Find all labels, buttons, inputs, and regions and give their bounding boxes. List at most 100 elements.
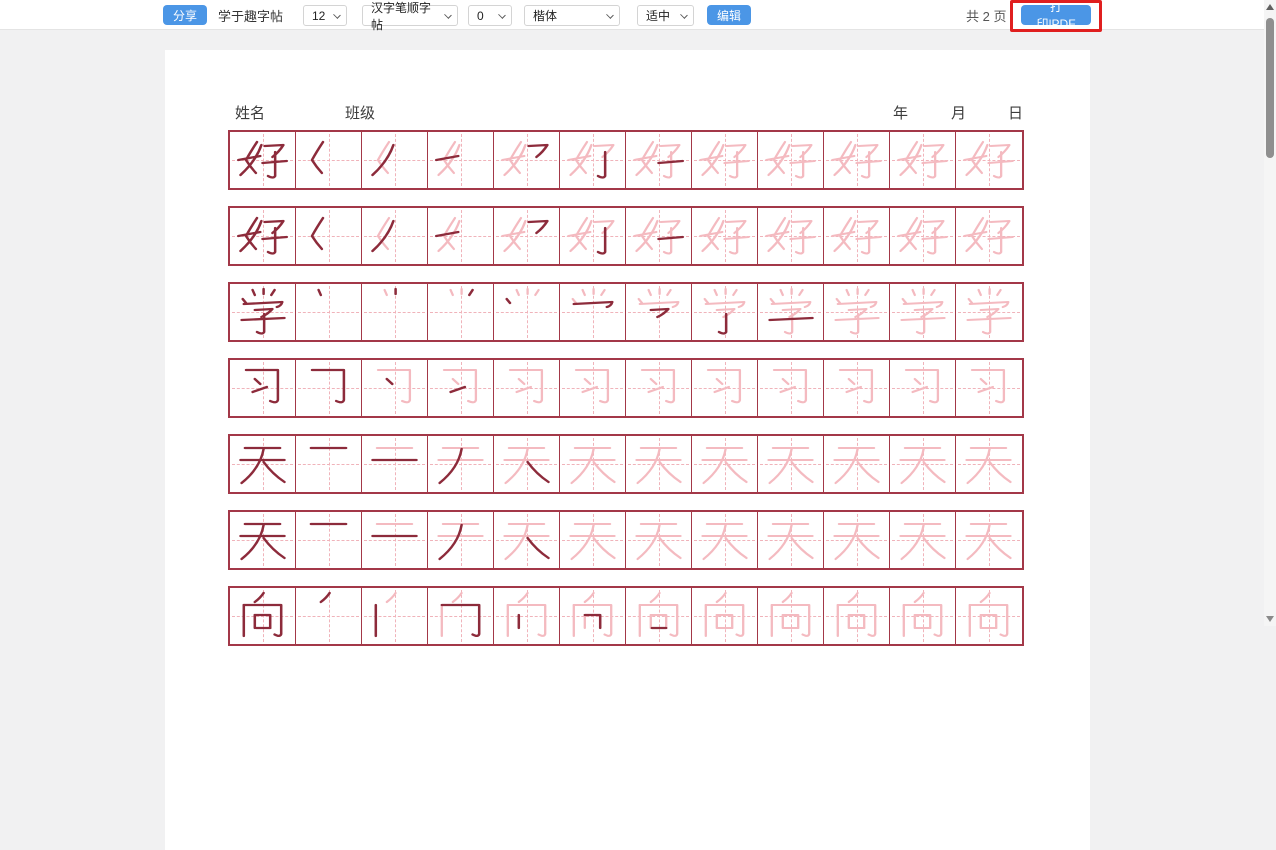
chevron-down-icon [498, 11, 506, 19]
character-glyph [301, 211, 356, 261]
character-glyph [499, 591, 554, 641]
character-glyph [235, 515, 290, 565]
character-glyph [499, 287, 554, 337]
character-glyph [631, 287, 686, 337]
grid-cell [626, 588, 692, 644]
grid-cell [692, 436, 758, 492]
grid-row [228, 434, 1024, 494]
character-glyph [961, 363, 1016, 413]
grid-cell [296, 132, 362, 188]
grid-row [228, 282, 1024, 342]
grid-cell [362, 360, 428, 416]
character-glyph [961, 439, 1016, 489]
character-glyph [763, 211, 818, 261]
grid-cell [956, 588, 1022, 644]
grid-row [228, 130, 1024, 190]
share-button[interactable]: 分享 [163, 5, 207, 25]
character-glyph [763, 363, 818, 413]
grid-cell [758, 132, 824, 188]
grid-cell [362, 208, 428, 264]
grid-cell [890, 436, 956, 492]
character-glyph [763, 515, 818, 565]
character-glyph [565, 591, 620, 641]
grid-cell [230, 436, 296, 492]
character-glyph [829, 439, 884, 489]
scrollbar-thumb[interactable] [1266, 18, 1274, 158]
character-glyph [895, 211, 950, 261]
grid-cell [626, 284, 692, 340]
grid-cell [758, 208, 824, 264]
character-glyph [565, 135, 620, 185]
grid-cell [494, 208, 560, 264]
character-glyph [763, 591, 818, 641]
character-glyph [235, 439, 290, 489]
character-glyph [565, 211, 620, 261]
character-glyph [697, 211, 752, 261]
grid-cell [560, 284, 626, 340]
scroll-up-icon[interactable] [1266, 4, 1274, 10]
character-glyph [829, 287, 884, 337]
character-glyph [829, 591, 884, 641]
grid-cell [560, 132, 626, 188]
offset-value: 0 [477, 9, 484, 23]
offset-select[interactable]: 0 [468, 5, 512, 26]
character-glyph [961, 211, 1016, 261]
scroll-down-icon[interactable] [1266, 616, 1274, 622]
grid-cell [758, 284, 824, 340]
character-glyph [235, 135, 290, 185]
grid-cell [428, 512, 494, 568]
grid-cell [758, 512, 824, 568]
grid-cell [362, 512, 428, 568]
character-glyph [235, 363, 290, 413]
edit-button[interactable]: 编辑 [707, 5, 751, 25]
font-family-select[interactable]: 楷体 [524, 5, 620, 26]
grid-cell [758, 588, 824, 644]
density-select[interactable]: 适中 [637, 5, 694, 26]
grid-cell [560, 588, 626, 644]
character-glyph [499, 515, 554, 565]
sheet-type-select[interactable]: 汉字笔顺字帖 [362, 5, 458, 26]
character-glyph [829, 515, 884, 565]
grid-cell [824, 588, 890, 644]
grid-cell [560, 436, 626, 492]
grid-cell [494, 588, 560, 644]
character-glyph [961, 135, 1016, 185]
font-size-select[interactable]: 12 [303, 5, 347, 26]
grid-cell [560, 512, 626, 568]
chevron-down-icon [333, 11, 341, 19]
print-pdf-button[interactable]: 打印|PDF [1021, 5, 1091, 25]
character-glyph [763, 135, 818, 185]
brand-title: 学于趣字帖 [218, 5, 283, 25]
character-glyph [961, 591, 1016, 641]
grid-cell [296, 284, 362, 340]
character-glyph [697, 363, 752, 413]
character-glyph [829, 135, 884, 185]
grid-cell [428, 208, 494, 264]
chevron-down-icon [444, 11, 452, 19]
character-glyph [961, 515, 1016, 565]
character-glyph [697, 135, 752, 185]
character-glyph [433, 591, 488, 641]
character-glyph [829, 363, 884, 413]
grid-cell [890, 132, 956, 188]
character-glyph [499, 135, 554, 185]
character-glyph [565, 515, 620, 565]
grid-cell [692, 208, 758, 264]
grid-cell [560, 208, 626, 264]
character-glyph [235, 211, 290, 261]
sheet-type-value: 汉字笔顺字帖 [371, 0, 437, 33]
grid-cell [428, 284, 494, 340]
vertical-scrollbar[interactable] [1264, 0, 1276, 626]
character-glyph [499, 439, 554, 489]
page-count-label: 共 2 页 [966, 5, 1006, 25]
grid-cell [296, 360, 362, 416]
grid-cell [560, 360, 626, 416]
character-glyph [235, 591, 290, 641]
character-glyph [433, 135, 488, 185]
character-glyph [697, 439, 752, 489]
character-glyph [301, 439, 356, 489]
character-glyph [829, 211, 884, 261]
grid-cell [758, 360, 824, 416]
font-size-value: 12 [312, 9, 325, 23]
character-glyph [235, 287, 290, 337]
